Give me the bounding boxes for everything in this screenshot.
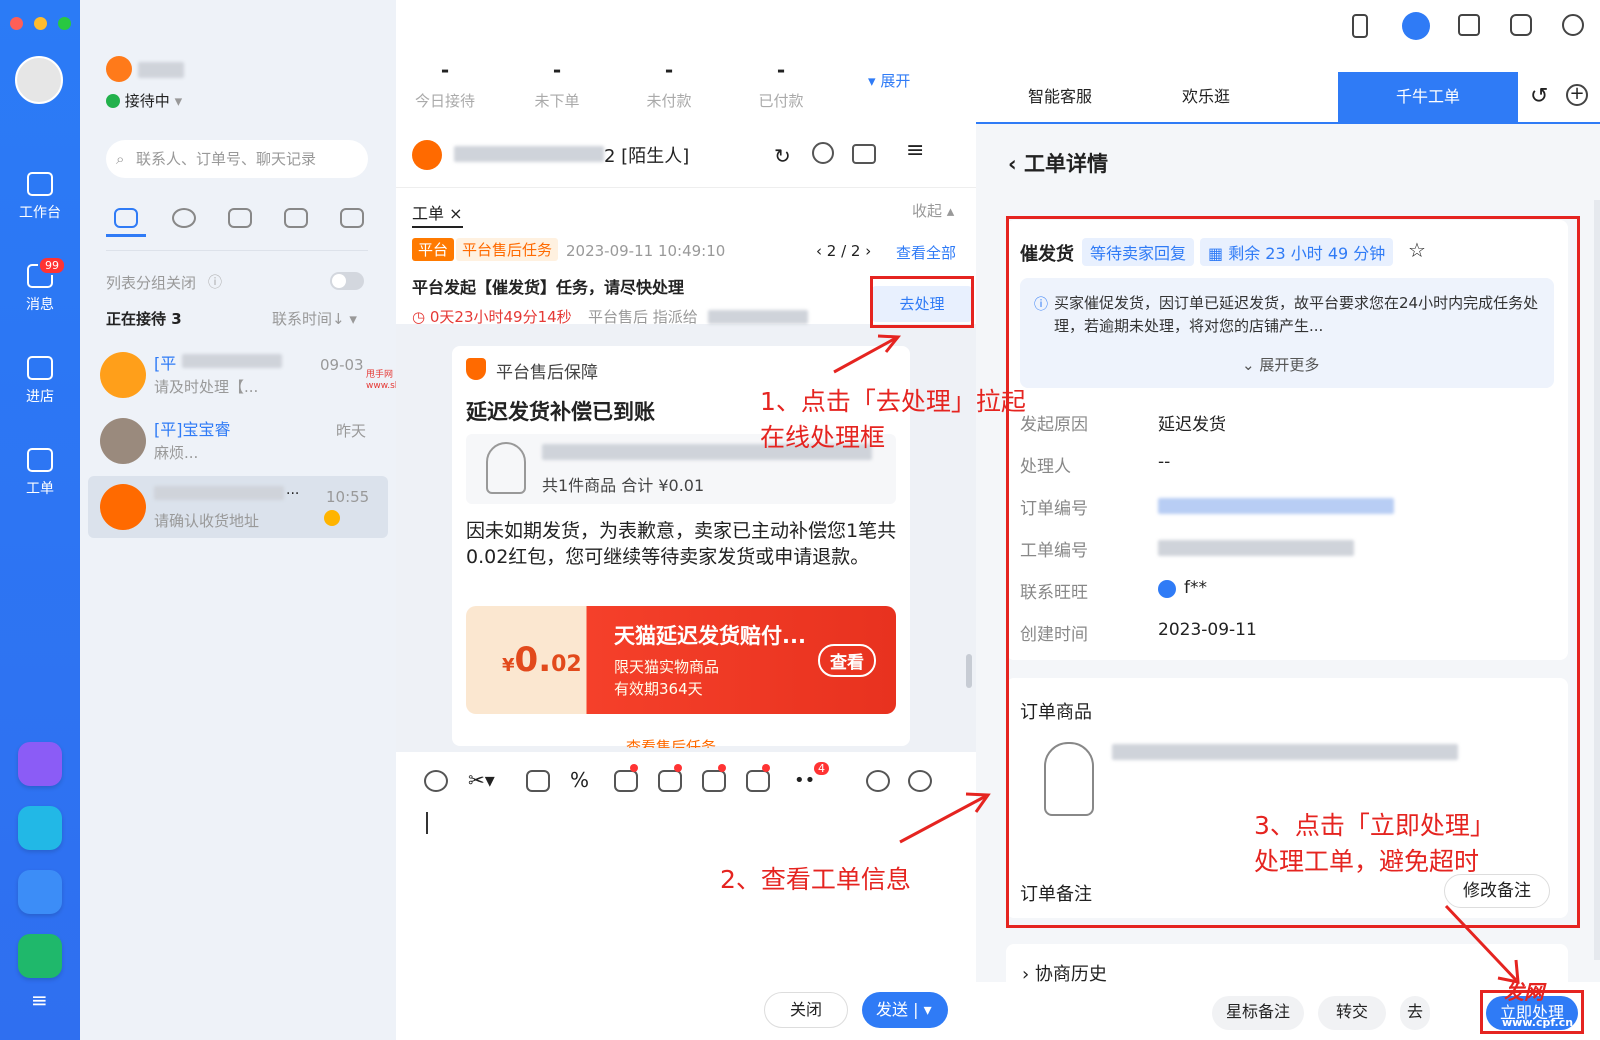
annotation-step1-line2: 在线处理框 <box>760 423 886 452</box>
annotation-step3-line2: 处理工单，避免超时 <box>1254 847 1480 876</box>
watermark-cpf: 一发网 <box>1484 980 1544 1004</box>
annotation-step1: 1、点击「去处理」拉起 <box>760 387 1026 416</box>
annotation-step3: 3、点击「立即处理」 <box>1254 811 1495 840</box>
arrow-3 <box>1444 904 1518 982</box>
arrow-2 <box>899 794 987 844</box>
annotation-step2: 2、查看工单信息 <box>720 865 911 894</box>
arrow-1 <box>833 336 897 374</box>
watermark-cpf-url: www.cpf.cn <box>1502 1016 1574 1029</box>
